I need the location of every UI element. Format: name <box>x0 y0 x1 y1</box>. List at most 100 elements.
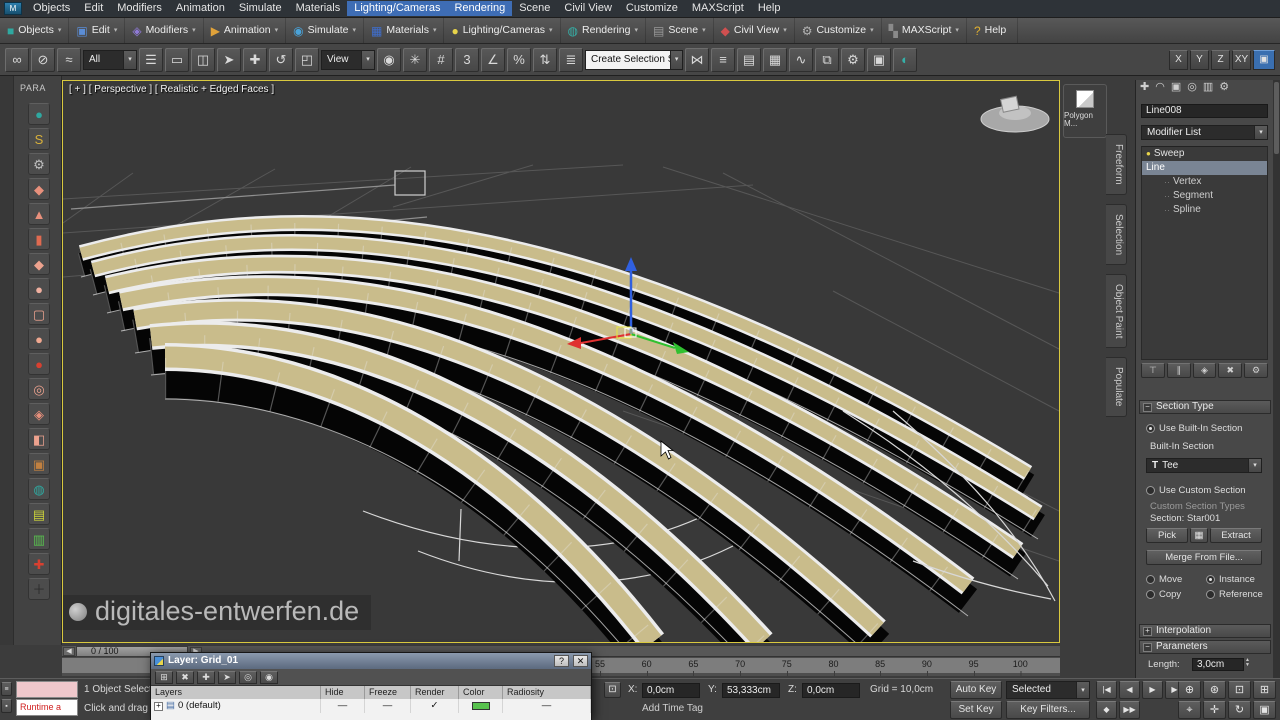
spinner-snap-icon[interactable]: ⇅ <box>533 47 557 72</box>
clone-type-radio[interactable]: Instance <box>1206 572 1266 587</box>
half-square-icon[interactable]: ◧ <box>28 428 50 450</box>
toolbar-group-button[interactable]: ▣ Edit ▾ <box>69 18 126 43</box>
new-layer-icon[interactable]: ⊞ <box>155 670 173 684</box>
toolbar-group-button[interactable]: ▤ Scene ▾ <box>646 18 714 43</box>
menu-item[interactable]: Edit <box>77 1 110 16</box>
snap-toggle-icon[interactable]: 3 <box>455 47 479 72</box>
play-icon[interactable]: ▶ <box>1142 681 1163 699</box>
layer-color-cell[interactable] <box>459 699 503 713</box>
xyz-constraint-button[interactable]: ▣ <box>1253 49 1275 70</box>
menu-item[interactable]: Lighting/Cameras <box>347 1 448 16</box>
next-key-icon[interactable]: ▶▶ <box>1119 701 1140 719</box>
select-in-layer-icon[interactable]: ➤ <box>218 670 236 684</box>
column-header[interactable]: Freeze <box>365 686 411 699</box>
key-filters-button[interactable]: Key Filters... <box>1006 701 1090 719</box>
select-and-scale-icon[interactable]: ◰ <box>295 47 319 72</box>
plus-tool-icon[interactable]: ✚ <box>28 553 50 575</box>
menu-item[interactable]: Scene <box>512 1 557 16</box>
configure-modifier-icon[interactable]: ⚙ <box>1244 363 1268 378</box>
toolbar-group-button[interactable]: ▦ Materials ▾ <box>364 18 445 43</box>
modifier-stack-row[interactable]: ● Vertex <box>1142 175 1267 189</box>
pick-button[interactable]: Pick <box>1146 528 1188 543</box>
column-header[interactable]: Layers <box>151 686 321 699</box>
swept-beams[interactable] <box>77 215 1045 642</box>
hex-shape-icon[interactable]: ◆ <box>28 178 50 200</box>
modifier-stack-row[interactable]: ● Line <box>1142 161 1267 175</box>
remove-modifier-icon[interactable]: ✖ <box>1218 363 1243 378</box>
bar-shape-icon[interactable]: ▮ <box>28 228 50 250</box>
motion-tab-icon[interactable]: ◎ <box>1187 82 1197 93</box>
curve-editor-icon[interactable]: ∿ <box>789 47 813 72</box>
dot-shape-icon[interactable]: ● <box>28 328 50 350</box>
torus-shape-icon[interactable]: ◎ <box>28 378 50 400</box>
select-and-move-icon[interactable]: ✚ <box>243 47 267 72</box>
menu-item[interactable]: Animation <box>169 1 232 16</box>
fov-icon[interactable]: ⌖ <box>1178 701 1201 719</box>
bind-spacewarp-icon[interactable]: ≈ <box>57 47 81 72</box>
menu-item[interactable]: Simulate <box>232 1 289 16</box>
axis-constraint-button[interactable]: X <box>1169 49 1188 70</box>
sphere-tool-icon[interactable]: ● <box>28 103 50 125</box>
pentagon-shape-icon[interactable]: ▲ <box>28 203 50 225</box>
zoom-icon[interactable]: ⊕ <box>1178 681 1201 699</box>
auto-key-button[interactable]: Auto Key <box>950 681 1002 699</box>
column-header[interactable]: Hide <box>321 686 365 699</box>
render-toggle[interactable]: ✓ <box>411 699 459 713</box>
axis-constraint-button[interactable]: XY <box>1232 49 1251 70</box>
modifier-stack-row[interactable]: ● Segment <box>1142 189 1267 203</box>
menu-item[interactable]: Customize <box>619 1 685 16</box>
toolbar-group-button[interactable]: ⚙ Customize ▾ <box>795 18 882 43</box>
add-time-tag[interactable]: Add Time Tag <box>642 704 703 714</box>
select-by-name-icon[interactable]: ☰ <box>139 47 163 72</box>
toolbar-group-button[interactable]: ■ Objects ▾ <box>0 18 70 43</box>
select-object-icon[interactable]: ➤ <box>217 47 241 72</box>
maxscript-listener-pink[interactable] <box>16 681 78 698</box>
pick-node-icon[interactable]: ▦ <box>1190 528 1208 543</box>
prev-frame-icon[interactable]: ◀ <box>1119 681 1140 699</box>
z-axis-arrow-icon[interactable] <box>625 257 637 271</box>
layer-name[interactable]: 0 (default) <box>178 701 221 711</box>
ribbon-tab[interactable]: Object Paint <box>1106 273 1127 349</box>
square-shape-icon[interactable]: ▢ <box>28 303 50 325</box>
modify-tab-icon[interactable]: ◠ <box>1155 82 1165 93</box>
clone-type-radio[interactable]: Copy <box>1146 587 1206 602</box>
go-to-start-icon[interactable]: |◀ <box>1096 681 1117 699</box>
round-shape-icon[interactable]: ● <box>28 278 50 300</box>
layer-manager-icon[interactable]: ▤ <box>737 47 761 72</box>
add-to-layer-icon[interactable]: ✚ <box>197 670 215 684</box>
scene-pedestal-object[interactable] <box>980 95 1050 133</box>
named-selection-set-dropdown[interactable]: Create Selection Se ▾ <box>585 49 683 70</box>
menu-item[interactable]: Rendering <box>447 1 513 16</box>
axis-constraint-button[interactable]: Z <box>1211 49 1230 70</box>
schematic-view-icon[interactable]: ⧉ <box>815 47 839 72</box>
ribbon-tab[interactable]: Selection <box>1106 203 1127 265</box>
make-unique-icon[interactable]: ◈ <box>1192 363 1217 378</box>
gem-shape-icon[interactable]: ◈ <box>28 403 50 425</box>
move-tool-icon[interactable]: ＋ <box>28 578 50 600</box>
axis-constraint-button[interactable]: Y <box>1190 49 1209 70</box>
perspective-viewport[interactable]: [ + ] [ Perspective ] [ Realistic + Edge… <box>62 80 1060 643</box>
select-and-link-icon[interactable]: ∞ <box>5 47 29 72</box>
x-coordinate-field[interactable]: 0,0cm <box>642 683 700 698</box>
mini-listener-icon[interactable]: ≡ <box>1 682 12 696</box>
menu-item[interactable]: Materials <box>289 1 348 16</box>
angle-snap-icon[interactable]: ∠ <box>481 47 505 72</box>
modifier-enabled-icon[interactable]: ● <box>1146 150 1151 158</box>
select-and-rotate-icon[interactable]: ↺ <box>269 47 293 72</box>
toolbar-group-button[interactable]: ? Help <box>967 18 1019 43</box>
window-crossing-icon[interactable]: ◫ <box>191 47 215 72</box>
diamond-shape-icon[interactable]: ◆ <box>28 253 50 275</box>
rect-selection-region-icon[interactable]: ▭ <box>165 47 189 72</box>
cube-tool-icon[interactable]: ▣ <box>28 453 50 475</box>
set-key-button[interactable]: Set Key <box>950 701 1002 719</box>
merge-from-file-button[interactable]: Merge From File... <box>1146 550 1262 565</box>
maxscript-listener-white[interactable]: Runtime a <box>16 699 78 716</box>
clone-type-radio[interactable]: Move <box>1146 572 1206 587</box>
length-spinner[interactable]: ▲ ▼ <box>1245 658 1254 671</box>
polygon-modeling-panel[interactable]: Polygon M... <box>1063 84 1107 138</box>
modifier-stack-row[interactable]: ● Sweep <box>1142 147 1267 161</box>
ribbon-tab[interactable]: Freeform <box>1106 134 1127 195</box>
mirror-icon[interactable]: ⋈ <box>685 47 709 72</box>
color-swatch[interactable] <box>471 702 490 710</box>
length-field[interactable]: 3,0cm <box>1192 658 1244 671</box>
